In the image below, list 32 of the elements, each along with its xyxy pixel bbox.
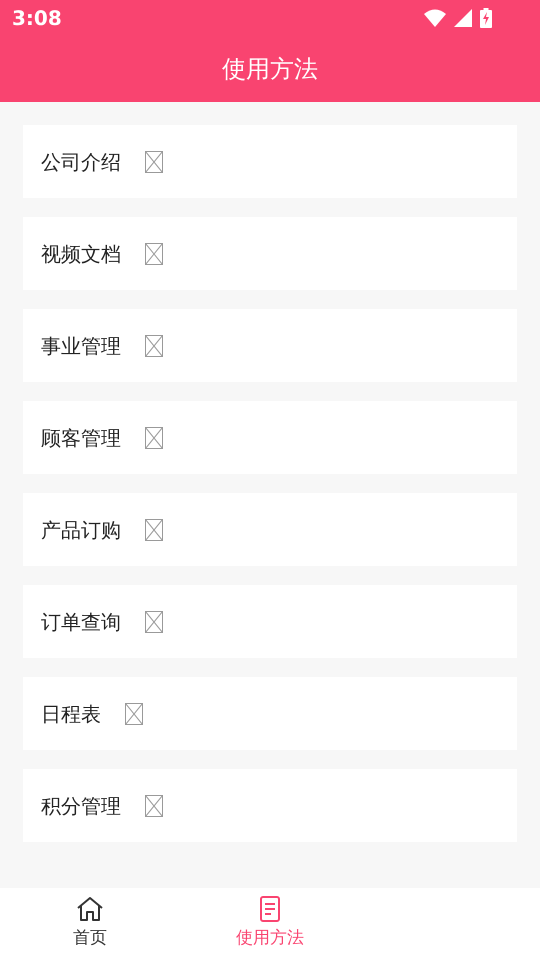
- broken-image-icon: [145, 426, 163, 448]
- broken-image-icon: [125, 702, 143, 724]
- menu-item[interactable]: 订单查询: [23, 585, 517, 658]
- menu-item[interactable]: 积分管理: [23, 769, 517, 842]
- broken-image-icon: [145, 610, 163, 632]
- menu-item-label: 日程表: [41, 700, 101, 728]
- nav-tab[interactable]: 首页: [0, 888, 180, 960]
- wifi-icon: [424, 9, 446, 27]
- menu-item[interactable]: 视频文档: [23, 217, 517, 290]
- menu-item[interactable]: 事业管理: [23, 309, 517, 382]
- menu-item-label: 顾客管理: [41, 424, 121, 452]
- menu-item[interactable]: 产品订购: [23, 493, 517, 566]
- page-title: 使用方法: [222, 54, 318, 85]
- battery-icon: [480, 8, 492, 28]
- status-time: 3:08: [12, 5, 62, 32]
- broken-image-icon: [145, 518, 163, 540]
- menu-item[interactable]: 日程表: [23, 677, 517, 750]
- home-icon: [76, 896, 104, 922]
- broken-image-icon: [145, 334, 163, 356]
- signal-icon: [454, 9, 472, 27]
- menu-item[interactable]: 公司介绍: [23, 125, 517, 198]
- menu-item-label: 视频文档: [41, 240, 121, 268]
- broken-image-icon: [145, 242, 163, 264]
- menu-item-label: 公司介绍: [41, 148, 121, 176]
- menu-item[interactable]: 顾客管理: [23, 401, 517, 474]
- document-icon: [258, 896, 282, 922]
- menu-item-label: 产品订购: [41, 516, 121, 544]
- menu-item-label: 积分管理: [41, 792, 121, 820]
- broken-image-icon: [145, 794, 163, 816]
- menu-item-label: 事业管理: [41, 332, 121, 360]
- broken-image-icon: [145, 150, 163, 172]
- menu-item-label: 订单查询: [41, 608, 121, 636]
